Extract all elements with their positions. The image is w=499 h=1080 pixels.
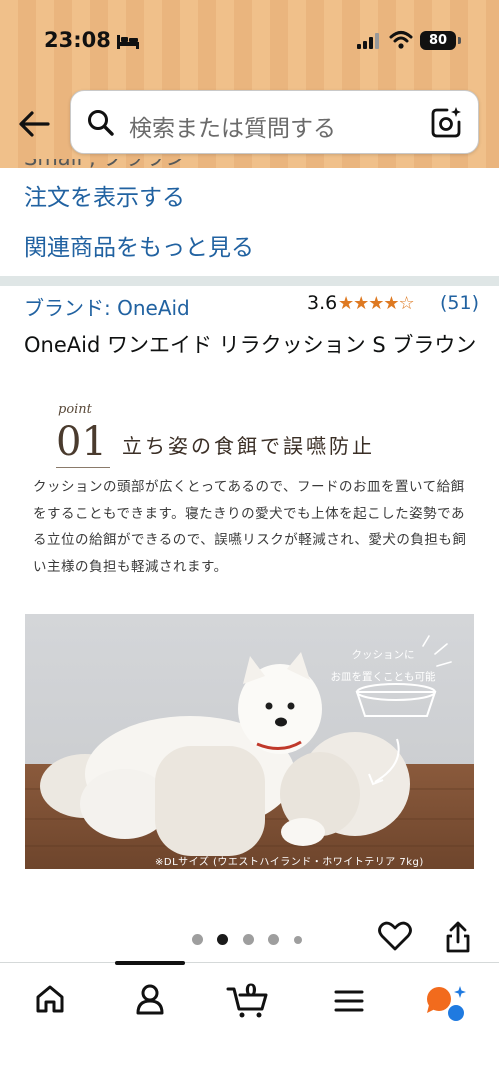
wifi-icon: [389, 31, 413, 49]
assistant-icon[interactable]: [424, 983, 470, 1023]
account-icon[interactable]: [134, 983, 166, 1015]
search-icon: [88, 110, 114, 136]
order-variant-text: Small , ブラウン: [24, 159, 186, 169]
carousel-dot[interactable]: [243, 934, 254, 945]
camera-lens-icon[interactable]: [429, 105, 463, 139]
feature-description: クッションの頭部が広くとってあるので、フードのお皿を置いて給餌をすることもできま…: [33, 479, 467, 575]
share-icon[interactable]: [443, 920, 473, 954]
rating-count-link[interactable]: (51): [440, 292, 479, 314]
cart-count-badge: 0: [245, 981, 257, 1001]
carousel-dot[interactable]: [192, 934, 203, 945]
search-bar[interactable]: 検索または質問する: [70, 90, 479, 154]
rating-stars[interactable]: ★★★★☆: [338, 293, 415, 314]
carousel-indicator[interactable]: [192, 932, 312, 946]
search-input[interactable]: 検索または質問する: [129, 109, 336, 143]
active-tab-indicator: [115, 961, 185, 965]
sleep-mode-icon: [117, 35, 139, 49]
product-title: OneAid ワンエイド リラクッション S ブラウン: [24, 333, 477, 357]
battery-icon: 80: [420, 31, 456, 50]
point-number: 01: [56, 419, 107, 465]
status-time: 23:08: [44, 28, 111, 52]
photo-footnote: ※DLサイズ (ウエストハイランド・ホワイトテリア 7kg): [155, 857, 424, 868]
brand-link[interactable]: ブランド: OneAid: [24, 292, 190, 321]
bottom-nav: 0: [0, 961, 499, 1080]
back-arrow-icon[interactable]: [16, 106, 52, 142]
photo-caption: クッションに お皿を置くことも可能: [330, 649, 436, 683]
rating-value: 3.6: [307, 292, 338, 314]
home-icon[interactable]: [34, 983, 66, 1015]
point-label: point: [58, 402, 92, 417]
point-underline: [56, 467, 110, 468]
cellular-signal-icon: [357, 33, 379, 49]
battery-tip: [458, 37, 461, 44]
related-products-link[interactable]: 関連商品をもっと見る: [24, 228, 254, 262]
section-divider: [0, 276, 499, 286]
menu-icon[interactable]: [334, 989, 364, 1013]
carousel-dot-active[interactable]: [217, 934, 228, 945]
carousel-dot[interactable]: [294, 936, 302, 944]
view-order-link[interactable]: 注文を表示する: [24, 178, 185, 212]
status-bar: 23:08 80: [0, 0, 499, 80]
heart-icon[interactable]: [378, 920, 412, 952]
carousel-dot[interactable]: [268, 934, 279, 945]
feature-heading: 立ち姿の食餌で誤嚥防止: [122, 434, 375, 458]
